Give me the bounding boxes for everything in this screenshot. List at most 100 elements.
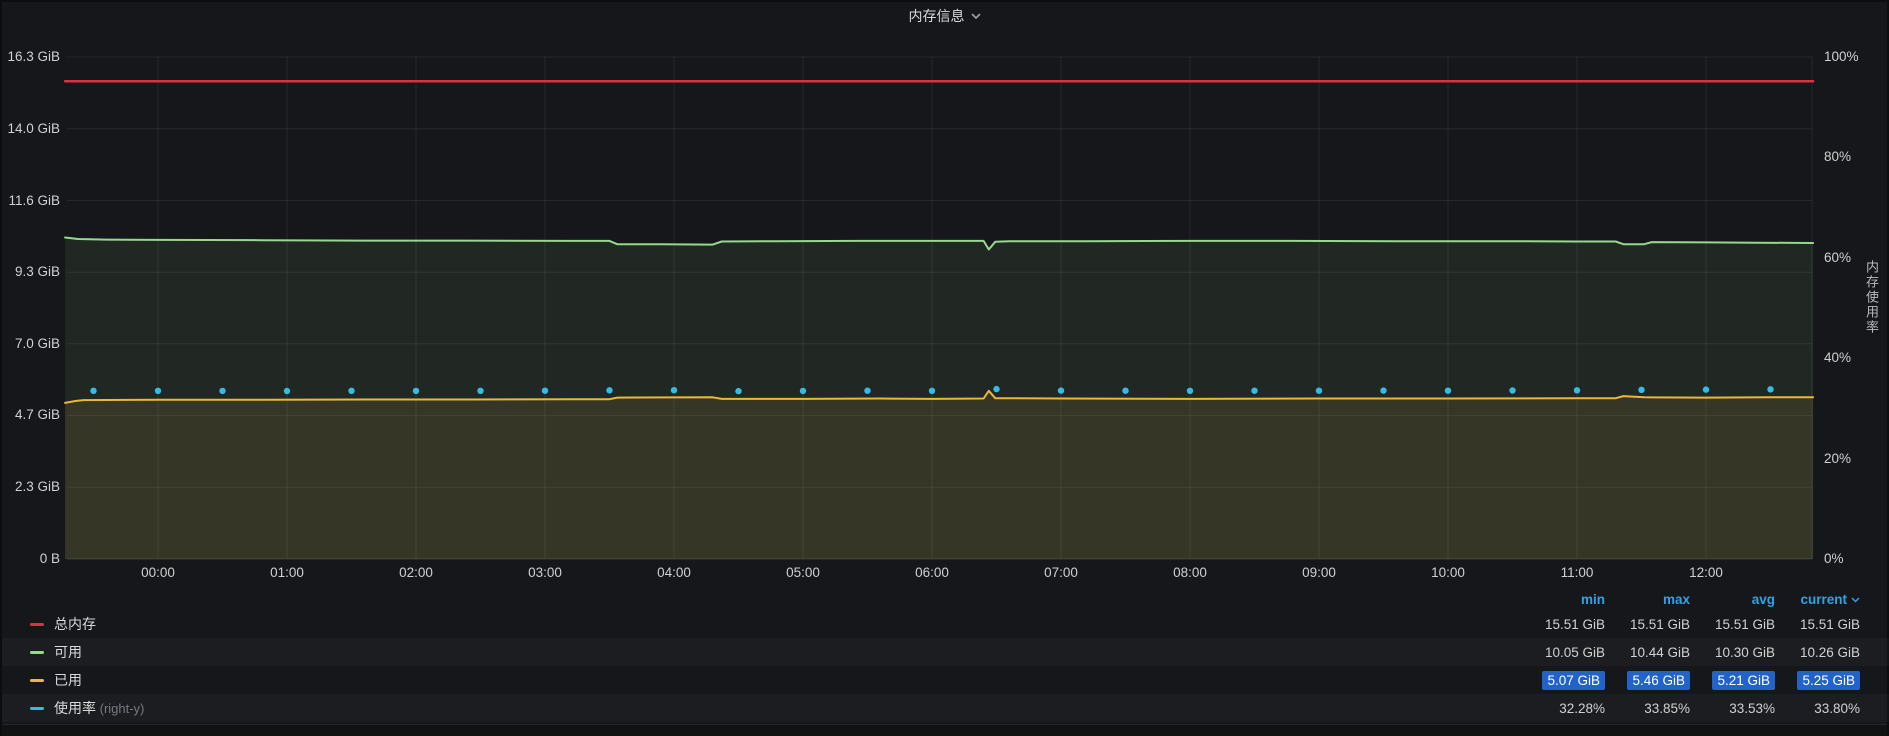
- x-tick-label: 09:00: [1283, 564, 1355, 582]
- y-left-tick-label: 4.7 GiB: [2, 406, 60, 424]
- legend-value-cell: 33.53%: [1690, 701, 1775, 716]
- series-point: [1122, 388, 1128, 394]
- legend-series-label[interactable]: 总内存: [54, 614, 1520, 634]
- legend-value-highlighted: 5.21 GiB: [1712, 671, 1775, 690]
- series-point: [219, 388, 225, 394]
- legend-value-cell: 33.80%: [1775, 701, 1860, 716]
- x-tick-label: 07:00: [1025, 564, 1097, 582]
- time-series-chart[interactable]: 16.3 GiB 14.0 GiB 11.6 GiB 9.3 GiB 7.0 GiB 4.…: [2, 2, 1889, 592]
- series-point: [1316, 388, 1322, 394]
- legend-series-suffix: (right-y): [96, 701, 144, 716]
- y-right-tick-label: 60%: [1824, 249, 1851, 267]
- x-tick-label: 04:00: [638, 564, 710, 582]
- x-tick-label: 01:00: [251, 564, 323, 582]
- y-right-tick-label: 80%: [1824, 148, 1851, 166]
- y-left-tick-label: 16.3 GiB: [2, 48, 60, 66]
- legend-sort-max[interactable]: max: [1605, 592, 1690, 607]
- y-left-tick-label: 0 B: [2, 550, 60, 568]
- legend-row: 总内存15.51 GiB15.51 GiB15.51 GiB15.51 GiB: [2, 610, 1889, 638]
- x-tick-label: 10:00: [1412, 564, 1484, 582]
- legend-row: 使用率 (right-y)32.28%33.85%33.53%33.80%: [2, 694, 1889, 722]
- legend-value-cell: 10.30 GiB: [1690, 645, 1775, 660]
- legend-value-highlighted: 5.07 GiB: [1542, 671, 1605, 690]
- series-point: [1058, 387, 1064, 393]
- sort-chevron-down-icon: [1851, 597, 1860, 603]
- legend-value-cell: 5.46 GiB: [1605, 673, 1690, 688]
- legend-sort-avg[interactable]: avg: [1690, 592, 1775, 607]
- series-point: [348, 388, 354, 394]
- legend-value-highlighted: 5.46 GiB: [1627, 671, 1690, 690]
- series-point: [1703, 386, 1709, 392]
- x-tick-label: 00:00: [122, 564, 194, 582]
- series-color-dash-icon: [30, 651, 44, 654]
- series-point: [606, 387, 612, 393]
- series-point: [993, 386, 999, 392]
- legend-value-cell: 10.26 GiB: [1775, 645, 1860, 660]
- legend-value-cell: 10.05 GiB: [1520, 645, 1605, 660]
- series-color-dash-icon: [30, 679, 44, 682]
- series-point: [542, 388, 548, 394]
- y-left-tick-label: 11.6 GiB: [2, 192, 60, 210]
- legend-value-cell: 15.51 GiB: [1690, 617, 1775, 632]
- legend-series-label[interactable]: 已用: [54, 670, 1520, 690]
- chart-canvas: [2, 2, 1889, 592]
- y-right-tick-label: 100%: [1824, 48, 1859, 66]
- series-point: [413, 388, 419, 394]
- legend-value-cell: 15.51 GiB: [1605, 617, 1690, 632]
- legend-value-highlighted: 5.25 GiB: [1797, 671, 1860, 690]
- right-axis-title: 内存使用率: [1862, 260, 1881, 335]
- series-point: [800, 388, 806, 394]
- legend-value-cell: 15.51 GiB: [1520, 617, 1605, 632]
- x-tick-label: 11:00: [1541, 564, 1613, 582]
- legend-value-cell: 5.21 GiB: [1690, 673, 1775, 688]
- legend-row: 可用10.05 GiB10.44 GiB10.30 GiB10.26 GiB: [2, 638, 1889, 666]
- memory-info-panel: 内存信息 16.3 GiB14.0 GiB11.6 GiB9.3 GiB7.0 …: [0, 0, 1889, 733]
- legend-row: 已用 5.07 GiB 5.46 GiB 5.21 GiB 5.25 GiB: [2, 666, 1889, 694]
- series-point: [864, 388, 870, 394]
- x-tick-label: 05:00: [767, 564, 839, 582]
- y-right-tick-label: 20%: [1824, 450, 1851, 468]
- series-point: [1767, 386, 1773, 392]
- series-point: [1445, 388, 1451, 394]
- legend-value-cell: 5.07 GiB: [1520, 673, 1605, 688]
- legend-header-row: minmaxavgcurrent: [2, 588, 1889, 610]
- x-tick-label: 02:00: [380, 564, 452, 582]
- y-right-tick-label: 0%: [1824, 550, 1844, 568]
- series-point: [671, 387, 677, 393]
- series-point: [477, 388, 483, 394]
- y-right-tick-label: 40%: [1824, 349, 1851, 367]
- series-point: [90, 388, 96, 394]
- series-point: [735, 388, 741, 394]
- legend-series-label[interactable]: 使用率 (right-y): [54, 698, 1520, 718]
- legend-sort-current[interactable]: current: [1775, 592, 1860, 607]
- y-left-tick-label: 14.0 GiB: [2, 120, 60, 138]
- x-tick-label: 08:00: [1154, 564, 1226, 582]
- x-tick-label: 06:00: [896, 564, 968, 582]
- legend-sort-min[interactable]: min: [1520, 592, 1605, 607]
- y-left-tick-label: 2.3 GiB: [2, 478, 60, 496]
- x-tick-label: 12:00: [1670, 564, 1742, 582]
- series-color-dash-icon: [30, 623, 44, 626]
- x-tick-label: 03:00: [509, 564, 581, 582]
- series-point: [1380, 387, 1386, 393]
- series-point: [929, 388, 935, 394]
- series-point: [155, 388, 161, 394]
- legend: minmaxavgcurrent总内存15.51 GiB15.51 GiB15.…: [2, 588, 1889, 722]
- legend-value-cell: 15.51 GiB: [1775, 617, 1860, 632]
- legend-value-cell: 33.85%: [1605, 701, 1690, 716]
- series-color-dash-icon: [30, 707, 44, 710]
- y-left-tick-label: 7.0 GiB: [2, 335, 60, 353]
- panel-bottom-edge: [2, 724, 1887, 736]
- series-fill: [65, 391, 1813, 559]
- series-point: [1638, 387, 1644, 393]
- y-left-tick-label: 9.3 GiB: [2, 263, 60, 281]
- legend-value-cell: 5.25 GiB: [1775, 673, 1860, 688]
- legend-value-cell: 32.28%: [1520, 701, 1605, 716]
- series-point: [1251, 388, 1257, 394]
- series-point: [284, 388, 290, 394]
- series-point: [1509, 387, 1515, 393]
- series-point: [1574, 387, 1580, 393]
- series-point: [1187, 388, 1193, 394]
- legend-value-cell: 10.44 GiB: [1605, 645, 1690, 660]
- legend-series-label[interactable]: 可用: [54, 642, 1520, 662]
